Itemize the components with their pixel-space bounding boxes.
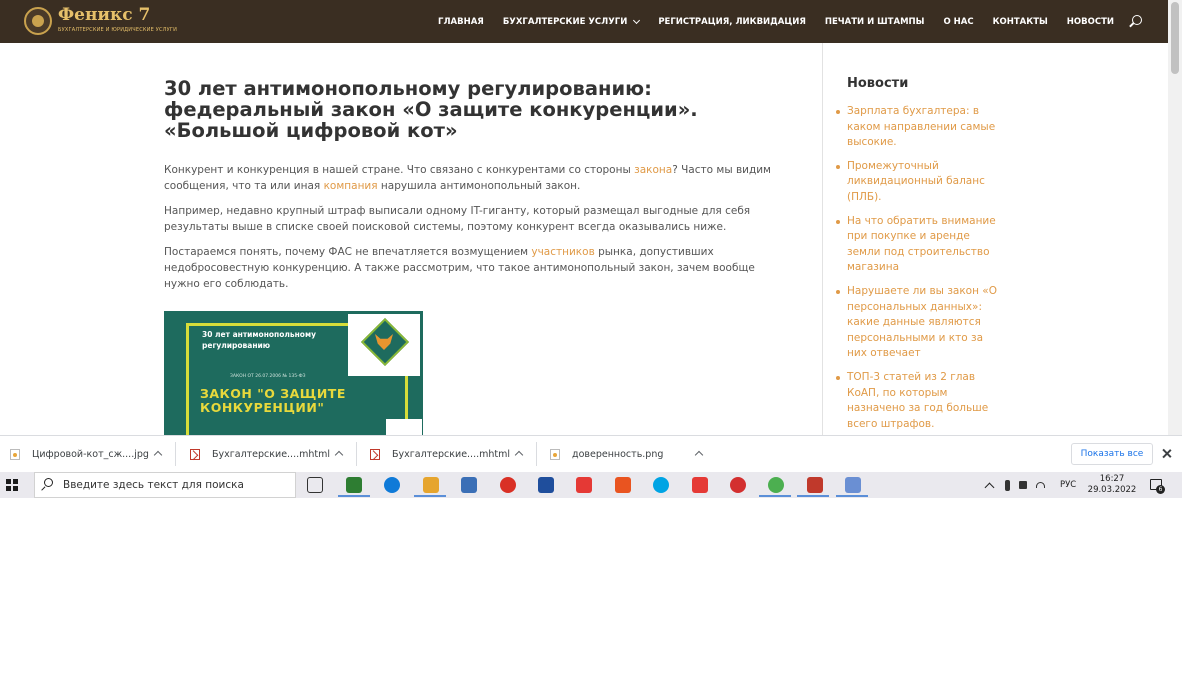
nav-home[interactable]: ГЛАВНАЯ — [438, 17, 484, 27]
close-icon[interactable] — [1161, 448, 1173, 460]
chevron-up-icon[interactable] — [694, 450, 704, 460]
search-icon[interactable] — [1129, 15, 1143, 29]
wifi-icon[interactable] — [1036, 482, 1045, 488]
excel-icon[interactable] — [346, 477, 362, 493]
site-header: Феникс 7 БУХГАЛТЕРСКИЕ И ЮРИДИЧЕСКИЕ УСЛ… — [0, 0, 1168, 43]
app-icon[interactable] — [614, 477, 631, 493]
chevron-up-icon[interactable] — [514, 450, 524, 460]
show-all-downloads-button[interactable]: Показать все — [1071, 443, 1153, 465]
article-paragraph-1: Конкурент и конкуренция в нашей стране. … — [164, 164, 771, 192]
download-filename: Цифровой-кот_сж....jpg — [32, 448, 149, 460]
download-filename: доверенность.png — [572, 448, 664, 460]
news-link[interactable]: Зарплата бухгалтера: в каком направлении… — [836, 104, 997, 151]
chrome-profile-icon[interactable] — [768, 477, 785, 493]
file-explorer-icon[interactable] — [422, 477, 439, 493]
logo-name: Феникс 7 — [58, 5, 151, 25]
download-item[interactable]: Бухгалтерские....mhtml — [190, 436, 330, 472]
sidebar-divider — [822, 43, 823, 435]
running-indicator — [338, 495, 370, 497]
link-law[interactable]: закона — [634, 164, 672, 176]
site-logo[interactable]: Феникс 7 БУХГАЛТЕРСКИЕ И ЮРИДИЧЕСКИЕ УСЛ… — [22, 5, 177, 37]
download-filename: Бухгалтерские....mhtml — [212, 448, 331, 460]
search-placeholder: Введите здесь текст для поиска — [63, 479, 244, 491]
article-image: 30 лет антимонопольному регулированию ЗА… — [164, 311, 423, 435]
image-file-icon — [10, 448, 20, 460]
downloads-bar: Цифровой-кот_сж....jpg Бухгалтерские....… — [0, 435, 1182, 472]
search-icon — [41, 478, 55, 492]
nav-stamps[interactable]: ПЕЧАТИ И ШТАМПЫ — [825, 17, 925, 27]
chevron-up-icon[interactable] — [334, 450, 344, 460]
news-list: Зарплата бухгалтера: в каком направлении… — [836, 104, 997, 432]
system-tray: РУС — [984, 472, 1076, 498]
running-indicator — [759, 495, 791, 497]
mhtml-file-icon — [370, 448, 380, 460]
windows-taskbar: Введите здесь текст для поиска РУС 16:27… — [0, 472, 1182, 498]
main-nav: ГЛАВНАЯ БУХГАЛТЕРСКИЕ УСЛУГИ РЕГИСТРАЦИЯ… — [419, 0, 1114, 43]
download-item[interactable]: доверенность.png — [550, 436, 663, 472]
paint-icon[interactable] — [845, 477, 862, 493]
running-indicator — [414, 495, 446, 497]
language-indicator[interactable]: РУС — [1060, 480, 1076, 490]
chevron-up-icon[interactable] — [984, 482, 995, 492]
task-view-icon[interactable] — [307, 477, 323, 493]
sidebar: Новости Зарплата бухгалтера: в каком нап… — [836, 76, 997, 440]
running-indicator — [836, 495, 868, 497]
mhtml-file-icon — [190, 448, 200, 460]
poster-law-number: ЗАКОН ОТ 26.07.2006 № 135-ФЗ — [230, 374, 306, 379]
chevron-down-icon — [633, 16, 641, 24]
download-item[interactable]: Бухгалтерские....mhtml — [370, 436, 510, 472]
link-participants[interactable]: участников — [531, 246, 594, 258]
yandex-icon[interactable] — [691, 477, 708, 493]
taskbar-search-input[interactable]: Введите здесь текст для поиска — [34, 472, 296, 498]
skype-icon[interactable] — [653, 477, 670, 493]
divider — [175, 442, 176, 466]
word-icon[interactable] — [538, 477, 554, 493]
article-paragraph-3: Постараемся понять, почему ФАС не впечат… — [164, 246, 755, 290]
taskbar-clock[interactable]: 16:27 29.03.2022 — [1085, 474, 1139, 496]
poster-heading: 30 лет антимонопольному регулированию — [202, 330, 316, 350]
nav-about[interactable]: О НАС — [943, 17, 973, 27]
clock-time: 16:27 — [1099, 474, 1125, 484]
nav-news[interactable]: НОВОСТИ — [1067, 17, 1114, 27]
article-title: 30 лет антимонопольному регулированию: ф… — [164, 77, 698, 142]
logo-subtitle: БУХГАЛТЕРСКИЕ И ЮРИДИЧЕСКИЕ УСЛУГИ — [58, 27, 178, 33]
fas-emblem — [348, 314, 420, 376]
download-filename: Бухгалтерские....mhtml — [392, 448, 511, 460]
speaker-icon[interactable] — [1019, 481, 1027, 489]
article: 30 лет антимонопольному регулированию: ф… — [164, 60, 784, 292]
scrollbar-thumb[interactable] — [1171, 2, 1179, 74]
poster-law-title: ЗАКОН "О ЗАЩИТЕ КОНКУРЕНЦИИ" — [200, 386, 346, 415]
empty-area — [0, 498, 1200, 675]
nav-registration[interactable]: РЕГИСТРАЦИЯ, ЛИКВИДАЦИЯ — [658, 17, 806, 27]
poster-document-card — [386, 419, 422, 435]
download-item[interactable]: Цифровой-кот_сж....jpg — [10, 436, 149, 472]
edge-icon[interactable] — [384, 477, 401, 493]
mail-icon[interactable] — [461, 477, 478, 493]
page-scrollbar[interactable] — [1168, 0, 1182, 435]
running-indicator — [797, 495, 829, 497]
link-company[interactable]: компания — [324, 180, 378, 192]
nav-contacts[interactable]: КОНТАКТЫ — [993, 17, 1048, 27]
microphone-icon[interactable] — [1005, 479, 1010, 491]
sidebar-title: Новости — [847, 76, 909, 91]
chevron-up-icon[interactable] — [153, 450, 163, 460]
news-link[interactable]: На что обратить внимание при покупке и а… — [836, 214, 997, 276]
nav-accounting-services[interactable]: БУХГАЛТЕРСКИЕ УСЛУГИ — [503, 16, 641, 27]
windows-start-icon[interactable] — [6, 479, 18, 491]
notification-count-badge: 6 — [1156, 485, 1165, 494]
divider — [356, 442, 357, 466]
divider — [536, 442, 537, 466]
chrome-icon[interactable] — [499, 477, 516, 493]
clock-date: 29.03.2022 — [1087, 485, 1137, 495]
news-link[interactable]: ТОП-3 статей из 2 глав КоАП, по которым … — [836, 370, 997, 432]
article-paragraph-2: Например, недавно крупный штраф выписали… — [164, 205, 751, 233]
news-link[interactable]: Нарушаете ли вы закон «О персональных да… — [836, 284, 997, 362]
opera-icon[interactable] — [730, 477, 746, 493]
pdf-icon[interactable] — [806, 477, 823, 493]
news-link[interactable]: Промежуточный ликвидационный баланс (ПЛБ… — [836, 159, 997, 206]
yandex-browser-icon[interactable] — [576, 477, 593, 493]
image-file-icon — [550, 448, 560, 460]
logo-emblem-icon — [24, 7, 52, 35]
